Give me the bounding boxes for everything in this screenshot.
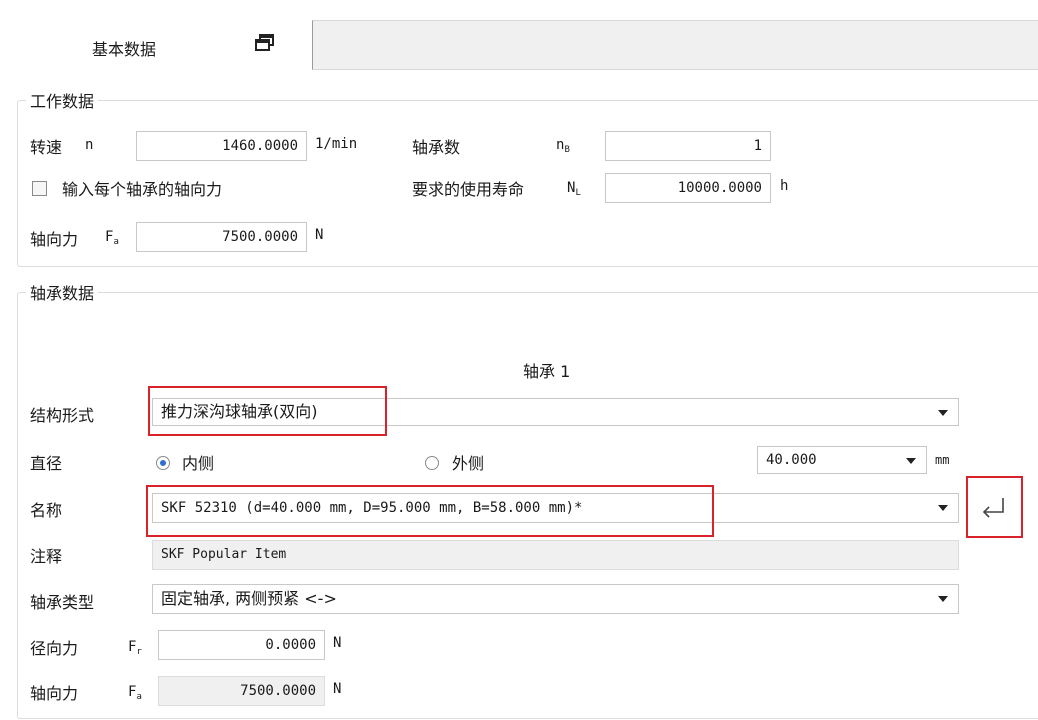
speed-input[interactable]: 1460.0000: [136, 131, 307, 161]
return-arrow-icon[interactable]: [966, 476, 1023, 538]
chevron-down-icon: [906, 458, 916, 464]
radial-force-input[interactable]: 0.0000: [158, 630, 325, 660]
radial-force-unit: N: [333, 635, 342, 651]
bearing-column-header: 轴承 1: [523, 362, 571, 381]
axial-force-input[interactable]: 7500.0000: [136, 222, 307, 252]
axial-force-label: 轴向力: [30, 230, 79, 249]
diameter-inner-radio[interactable]: [156, 456, 170, 470]
speed-symbol: n: [85, 137, 94, 153]
diameter-value-select[interactable]: 40.000: [757, 446, 927, 474]
diameter-unit: mm: [935, 453, 950, 467]
chevron-down-icon: [938, 410, 948, 416]
bearing-count-label: 轴承数: [412, 138, 461, 157]
per-bearing-axial-force-label: 输入每个轴承的轴向力: [62, 180, 223, 199]
bearing-count-input[interactable]: 1: [605, 131, 771, 161]
chevron-down-icon: [938, 596, 948, 602]
diameter-outer-label: 外侧: [452, 454, 485, 473]
work-data-group-title: 工作数据: [26, 88, 99, 112]
bearing-axial-force-unit: N: [333, 681, 342, 697]
diameter-label: 直径: [30, 454, 63, 473]
tab-basic-data[interactable]: 基本数据: [92, 36, 156, 60]
bearing-axial-force-label: 轴向力: [30, 684, 79, 703]
axial-force-unit: N: [315, 227, 324, 243]
bearing-data-group-title: 轴承数据: [26, 280, 99, 304]
diameter-outer-radio[interactable]: [425, 456, 439, 470]
speed-label: 转速: [30, 138, 63, 157]
radial-force-symbol: Fr: [128, 639, 142, 657]
axial-force-symbol: Fa: [105, 229, 119, 247]
bearing-count-symbol: nB: [556, 137, 570, 155]
required-life-symbol: NL: [567, 180, 581, 198]
per-bearing-axial-force-checkbox[interactable]: [32, 181, 47, 196]
structure-label: 结构形式: [30, 406, 95, 425]
speed-unit: 1/min: [315, 136, 358, 152]
note-label: 注释: [30, 547, 63, 566]
required-life-unit: h: [780, 178, 789, 194]
window-restore-icon[interactable]: [254, 33, 276, 53]
structure-highlight: [148, 386, 387, 436]
bearing-type-select[interactable]: 固定轴承, 两侧预紧 <->: [152, 584, 959, 614]
diameter-inner-label: 内侧: [182, 454, 215, 473]
bearing-type-label: 轴承类型: [30, 593, 95, 612]
name-label: 名称: [30, 501, 63, 520]
required-life-input[interactable]: 10000.0000: [605, 173, 771, 203]
name-highlight: [146, 485, 714, 537]
note-field: SKF Popular Item: [152, 540, 959, 570]
tab-strip-empty-area: [312, 20, 1038, 70]
radial-force-label: 径向力: [30, 639, 79, 658]
bearing-axial-force-value: 7500.0000: [158, 676, 325, 706]
bearing-axial-force-symbol: Fa: [128, 684, 142, 702]
required-life-label: 要求的使用寿命: [412, 180, 525, 199]
chevron-down-icon: [938, 505, 948, 511]
